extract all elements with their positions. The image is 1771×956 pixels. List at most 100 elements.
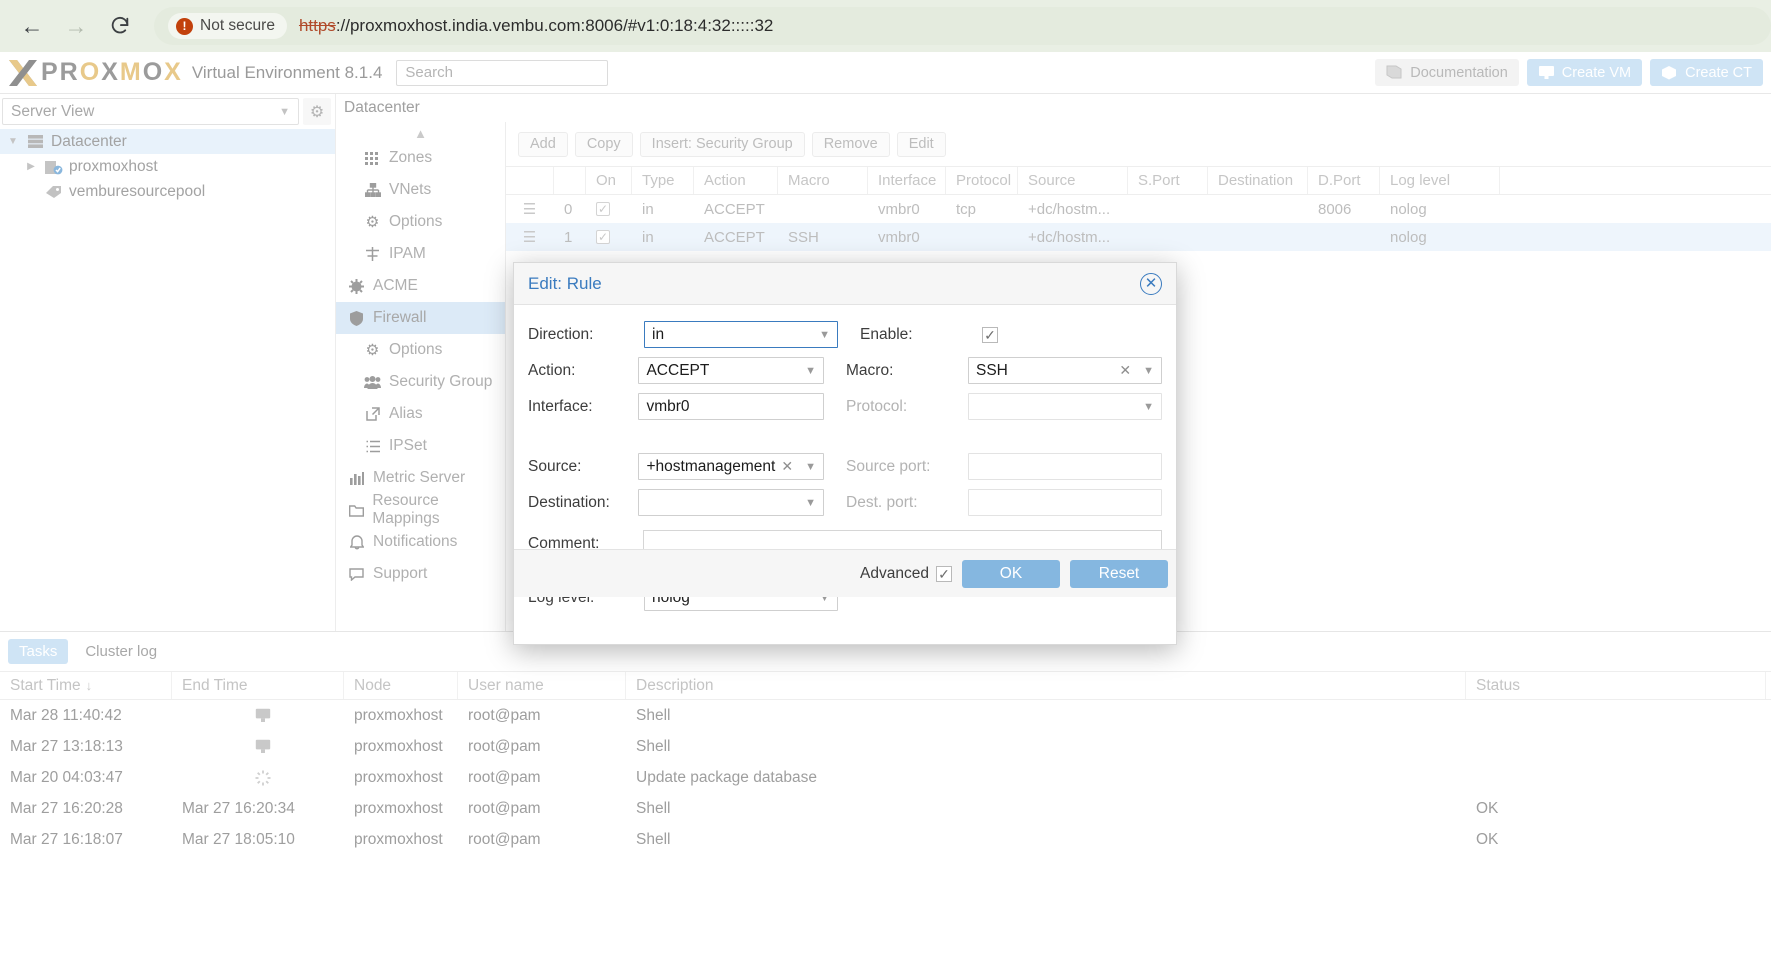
spinner-icon bbox=[255, 770, 271, 786]
table-row[interactable]: ☰ 1 ✓ in ACCEPT SSH vmbr0 +dc/hostm... n… bbox=[506, 223, 1771, 251]
drag-handle-icon[interactable]: ☰ bbox=[506, 223, 554, 251]
nav-item-ipset[interactable]: IPSet bbox=[336, 430, 505, 462]
copy-button[interactable]: Copy bbox=[574, 131, 633, 157]
source-port-input[interactable] bbox=[968, 453, 1162, 480]
enable-checkbox[interactable]: ✓ bbox=[982, 326, 998, 343]
create-vm-button[interactable]: Create VM bbox=[1526, 59, 1643, 86]
nav-item-label: Alias bbox=[389, 405, 423, 422]
tree-item-vemburesourcepool[interactable]: vemburesourcepool bbox=[0, 179, 335, 204]
nav-item-options-sdn[interactable]: ⚙ Options bbox=[336, 206, 505, 238]
column-header-destination[interactable]: Destination bbox=[1208, 167, 1308, 194]
monitor-icon bbox=[1538, 65, 1555, 80]
column-header-node[interactable]: Node bbox=[344, 672, 458, 699]
table-row[interactable]: Mar 27 16:20:28 Mar 27 16:20:34 proxmoxh… bbox=[0, 793, 1771, 824]
task-user: root@pam bbox=[468, 706, 541, 724]
nav-item-acme[interactable]: ACME bbox=[336, 270, 505, 302]
server-view-select[interactable]: Server View ▼ bbox=[2, 98, 299, 125]
column-header-macro[interactable]: Macro bbox=[778, 167, 868, 194]
create-ct-button[interactable]: Create CT bbox=[1650, 59, 1763, 86]
macro-select[interactable]: SSH ✕ ▼ bbox=[968, 357, 1162, 384]
rule-enabled-checkbox[interactable]: ✓ bbox=[586, 223, 632, 251]
nav-item-notifications[interactable]: Notifications bbox=[336, 526, 505, 558]
nav-item-zones[interactable]: Zones bbox=[336, 142, 505, 174]
source-select[interactable]: +hostmanagement ✕ ▼ bbox=[638, 453, 824, 480]
forward-arrow-icon[interactable]: → bbox=[54, 4, 98, 48]
column-header-on[interactable]: On bbox=[586, 167, 632, 194]
protocol-select[interactable]: ▼ bbox=[968, 393, 1162, 420]
column-header-action[interactable]: Action bbox=[694, 167, 778, 194]
gear-icon: ⚙ bbox=[365, 341, 380, 359]
search-input[interactable]: Search bbox=[396, 59, 609, 86]
nav-item-metric-server[interactable]: Metric Server bbox=[336, 462, 505, 494]
remove-button[interactable]: Remove bbox=[811, 131, 890, 157]
task-user: root@pam bbox=[468, 737, 541, 755]
tab-cluster-log[interactable]: Cluster log bbox=[74, 639, 168, 664]
nav-item-alias[interactable]: Alias bbox=[336, 398, 505, 430]
add-button[interactable]: Add bbox=[518, 131, 568, 157]
advanced-checkbox[interactable]: ✓ bbox=[936, 565, 952, 582]
back-arrow-icon[interactable]: ← bbox=[10, 4, 54, 48]
rule-sport bbox=[1128, 223, 1208, 251]
dest-port-input[interactable] bbox=[968, 489, 1162, 516]
tree-item-proxmoxhost[interactable]: ▶ proxmoxhost bbox=[0, 154, 335, 179]
tab-tasks[interactable]: Tasks bbox=[8, 639, 69, 664]
rule-enabled-checkbox[interactable]: ✓ bbox=[586, 195, 632, 223]
table-row[interactable]: Mar 28 11:40:42 proxmoxhost root@pam She… bbox=[0, 700, 1771, 731]
column-header-start-time[interactable]: Start Time ↓ bbox=[0, 672, 172, 699]
nav-item-vnets[interactable]: VNets bbox=[336, 174, 505, 206]
column-header-user-name[interactable]: User name bbox=[458, 672, 626, 699]
address-bar[interactable]: ! Not secure https://proxmoxhost.india.v… bbox=[154, 7, 1771, 45]
gear-icon[interactable]: ⚙ bbox=[303, 98, 331, 125]
advanced-toggle[interactable]: Advanced ✓ bbox=[860, 565, 952, 583]
column-header-log-level[interactable]: Log level bbox=[1380, 167, 1500, 194]
nav-item-options-firewall[interactable]: ⚙ Options bbox=[336, 334, 505, 366]
task-description: Shell bbox=[636, 706, 671, 724]
interface-value: vmbr0 bbox=[646, 397, 690, 415]
column-header-end-time[interactable]: End Time bbox=[172, 672, 344, 699]
tree-item-datacenter[interactable]: ▼ Datacenter bbox=[0, 129, 335, 154]
action-select[interactable]: ACCEPT ▼ bbox=[638, 357, 824, 384]
destination-select[interactable]: ▼ bbox=[638, 489, 824, 516]
site-security-badge[interactable]: ! Not secure bbox=[168, 13, 287, 39]
dialog-title: Edit: Rule bbox=[528, 273, 602, 293]
insert-security-group-button[interactable]: Insert: Security Group bbox=[639, 131, 805, 157]
edit-button[interactable]: Edit bbox=[896, 131, 946, 157]
close-circle-icon[interactable]: ✕ bbox=[1140, 272, 1162, 295]
nav-item-resource-mappings[interactable]: Resource Mappings bbox=[336, 492, 505, 527]
interface-input[interactable]: vmbr0 bbox=[638, 393, 824, 420]
column-header-type[interactable]: Type bbox=[632, 167, 694, 194]
table-row[interactable]: ☰ 0 ✓ in ACCEPT vmbr0 tcp +dc/hostm... 8… bbox=[506, 195, 1771, 223]
nav-item-firewall[interactable]: Firewall bbox=[336, 302, 505, 334]
documentation-label: Documentation bbox=[1410, 64, 1508, 81]
column-header-source[interactable]: Source bbox=[1018, 167, 1128, 194]
chevron-down-icon[interactable]: ▼ bbox=[6, 136, 20, 147]
table-row[interactable]: Mar 27 16:18:07 Mar 27 18:05:10 proxmoxh… bbox=[0, 824, 1771, 855]
nav-item-support[interactable]: Support bbox=[336, 558, 505, 590]
column-header-interface[interactable]: Interface bbox=[868, 167, 946, 194]
datacenter-icon bbox=[26, 134, 45, 149]
nav-item-security-group[interactable]: Security Group bbox=[336, 366, 505, 398]
ok-button[interactable]: OK bbox=[962, 559, 1060, 588]
bell-icon bbox=[348, 534, 365, 550]
clear-icon[interactable]: ✕ bbox=[781, 458, 793, 475]
chevron-up-icon[interactable]: ▲ bbox=[336, 124, 505, 142]
chevron-right-icon[interactable]: ▶ bbox=[24, 161, 38, 172]
rule-index: 0 bbox=[564, 200, 573, 218]
table-row[interactable]: Mar 20 04:03:47 proxmoxhost root@pam Upd… bbox=[0, 762, 1771, 793]
proxmox-wordmark: PROXMOX bbox=[41, 58, 183, 86]
drag-handle-icon[interactable]: ☰ bbox=[506, 195, 554, 223]
documentation-button[interactable]: Documentation bbox=[1375, 59, 1519, 86]
column-header-sport[interactable]: S.Port bbox=[1128, 167, 1208, 194]
column-header-dport[interactable]: D.Port bbox=[1308, 167, 1380, 194]
clear-icon[interactable]: ✕ bbox=[1119, 362, 1131, 379]
table-row[interactable]: Mar 27 13:18:13 proxmoxhost root@pam She… bbox=[0, 731, 1771, 762]
column-header-status[interactable]: Status bbox=[1466, 672, 1766, 699]
field-row-enable: Enable: ✓ bbox=[860, 326, 998, 344]
users-icon bbox=[364, 375, 381, 389]
direction-select[interactable]: in ▼ bbox=[644, 321, 838, 348]
column-header-protocol[interactable]: Protocol bbox=[946, 167, 1018, 194]
nav-item-ipam[interactable]: IPAM bbox=[336, 238, 505, 270]
reset-button[interactable]: Reset bbox=[1070, 559, 1168, 588]
reload-icon[interactable] bbox=[98, 4, 142, 48]
column-header-description[interactable]: Description bbox=[626, 672, 1466, 699]
